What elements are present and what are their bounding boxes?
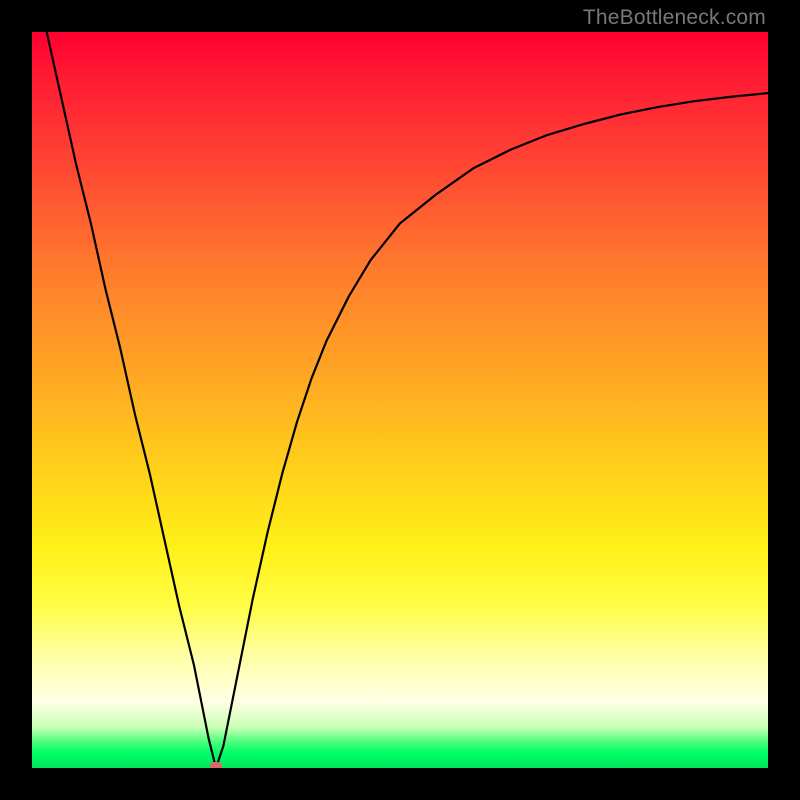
- watermark-text: TheBottleneck.com: [583, 6, 766, 30]
- chart-frame: TheBottleneck.com: [0, 0, 800, 800]
- plot-area: [32, 32, 768, 768]
- bottleneck-curve: [47, 32, 768, 768]
- curve-layer: [32, 32, 768, 768]
- optimal-point-marker: [210, 762, 222, 768]
